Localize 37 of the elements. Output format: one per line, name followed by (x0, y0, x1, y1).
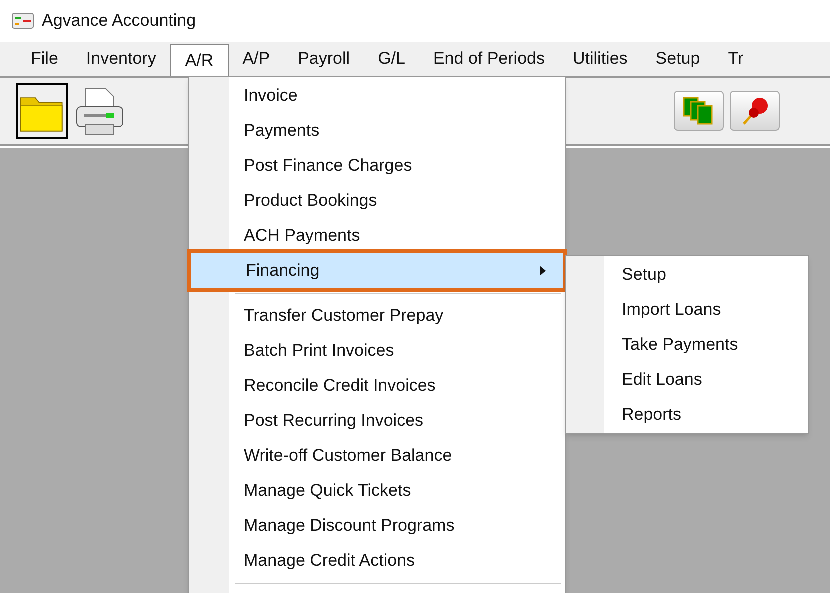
menu-entry[interactable]: Payments (189, 113, 565, 148)
menu-entry[interactable]: Reconcile Credit Invoices (189, 368, 565, 403)
menu-item[interactable]: G/L (364, 42, 420, 76)
menu-item[interactable]: File (17, 42, 72, 76)
pages-icon (682, 96, 716, 126)
menu-item[interactable]: Payroll (284, 42, 364, 76)
menu-entry[interactable]: Post Recurring Invoices (189, 403, 565, 438)
menu-entry[interactable]: Post Finance Charges (189, 148, 565, 183)
menu-item[interactable]: A/P (228, 42, 284, 76)
menu-item[interactable]: Inventory (72, 42, 170, 76)
submenu-entry[interactable]: Setup (622, 262, 666, 288)
submenu-entry[interactable]: Edit Loans (622, 366, 702, 392)
pin-button[interactable] (730, 91, 780, 131)
menu-item[interactable]: Setup (642, 42, 714, 76)
menu-entry[interactable]: ACH Payments (189, 218, 565, 253)
submenu-arrow-icon (539, 264, 547, 276)
menu-entry[interactable]: Manage Quick Tickets (189, 473, 565, 508)
menu-entry[interactable]: Write-off Customer Balance (189, 438, 565, 473)
menu-item[interactable]: Tr (714, 42, 758, 76)
app-icon (12, 13, 34, 29)
submenu-entry[interactable]: Take Payments (622, 332, 738, 358)
submenu-entry[interactable]: Import Loans (622, 296, 722, 322)
menu-entry[interactable]: Product Bookings (189, 183, 565, 218)
pushpin-icon (740, 95, 770, 127)
menu-entry[interactable]: Manage Discount Programs (189, 508, 565, 543)
submenu-entry[interactable]: Reports (622, 402, 682, 428)
menu-item[interactable]: Utilities (558, 42, 642, 76)
menu-entry[interactable]: Financing (191, 253, 563, 288)
pages-button[interactable] (674, 91, 724, 131)
menu-entry[interactable]: Invoice (189, 78, 565, 113)
menu-item[interactable]: End of Periods (419, 42, 559, 76)
menu-item[interactable]: A/R (170, 44, 229, 76)
menu-entry[interactable]: Manage Credit Actions (189, 543, 565, 578)
menu-entry[interactable]: Transfer Customer Prepay (189, 298, 565, 333)
window-title: Agvance Accounting (42, 10, 196, 32)
folder-icon[interactable] (16, 83, 68, 139)
menu-entry[interactable]: Batch Print Invoices (189, 333, 565, 368)
